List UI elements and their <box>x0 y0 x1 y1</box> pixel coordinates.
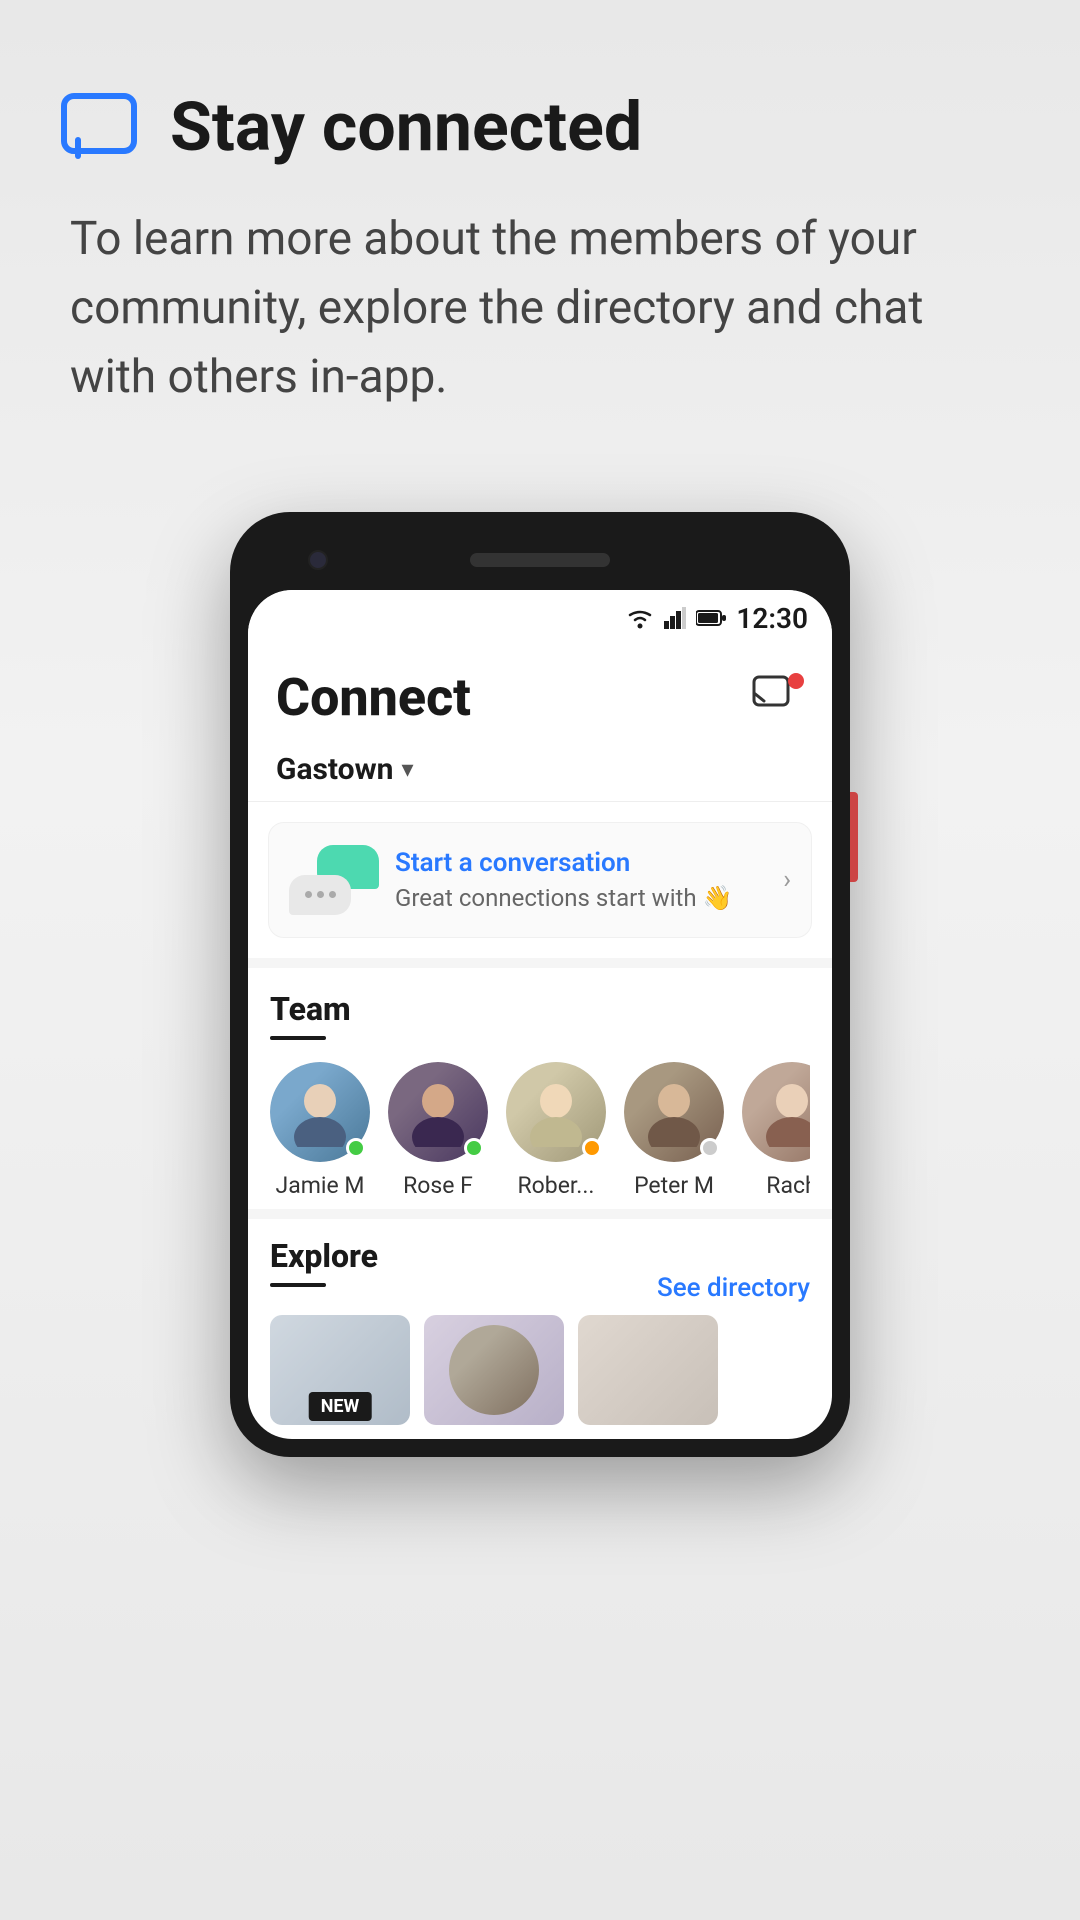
page-background: Stay connected To learn more about the m… <box>0 0 1080 1920</box>
explore-card-2[interactable] <box>424 1315 564 1425</box>
explore-underline <box>270 1283 326 1287</box>
dot-1 <box>305 891 312 898</box>
status-time: 12:30 <box>736 602 808 635</box>
dot-2 <box>317 891 324 898</box>
team-member-rachel[interactable]: Rach <box>742 1062 810 1199</box>
explore-card-3[interactable] <box>578 1315 718 1425</box>
avatar-rachel <box>742 1062 810 1162</box>
wifi-icon <box>626 607 654 629</box>
bubble-gray <box>289 875 351 915</box>
team-title-group: Team <box>270 990 351 1056</box>
status-indicator-rose <box>464 1138 484 1158</box>
start-conversation-link[interactable]: Start a conversation <box>395 848 767 878</box>
team-underline <box>270 1036 326 1040</box>
team-members-list: Jamie M <box>270 1062 810 1199</box>
team-member-robert[interactable]: Rober... <box>506 1062 606 1199</box>
team-section: Team <box>248 968 832 1209</box>
header-title-row: Stay connected <box>60 90 1020 165</box>
notification-dot <box>788 673 804 689</box>
member-name-peter: Peter M <box>634 1172 714 1199</box>
phone-outer: 12:30 Connect Gastown <box>230 512 850 1457</box>
phone-speaker <box>470 553 610 567</box>
location-name: Gastown <box>276 752 393 787</box>
battery-icon <box>696 609 726 627</box>
avatar-container-rose <box>388 1062 488 1162</box>
conversation-subtext: Great connections start with 👋 <box>395 884 732 912</box>
header-description: To learn more about the members of your … <box>60 205 1020 412</box>
conversation-text: Start a conversation Great connections s… <box>395 848 767 912</box>
section-divider-2 <box>248 1209 832 1219</box>
signal-icon <box>664 607 686 629</box>
conversation-bubbles <box>289 845 379 915</box>
chevron-down-icon: ▾ <box>401 755 413 783</box>
member-name-rachel: Rach <box>766 1172 810 1199</box>
team-member-jamie[interactable]: Jamie M <box>270 1062 370 1199</box>
avatar-container-peter <box>624 1062 724 1162</box>
explore-section-title: Explore <box>270 1237 378 1275</box>
phone-camera <box>308 550 328 570</box>
team-member-peter[interactable]: Peter M <box>624 1062 724 1199</box>
avatar-container-robert <box>506 1062 606 1162</box>
phone-top-bar <box>248 530 832 590</box>
location-row[interactable]: Gastown ▾ <box>248 738 832 802</box>
header-section: Stay connected To learn more about the m… <box>0 0 1080 452</box>
member-name-robert: Rober... <box>517 1172 594 1199</box>
new-badge: NEW <box>309 1392 372 1421</box>
explore-card-1[interactable]: NEW <box>270 1315 410 1425</box>
status-bar: 12:30 <box>248 590 832 647</box>
page-title: Stay connected <box>170 90 642 165</box>
avatar-container-rachel <box>742 1062 810 1162</box>
status-indicator-robert <box>582 1138 602 1158</box>
dot-3 <box>329 891 336 898</box>
phone-screen: 12:30 Connect Gastown <box>248 590 832 1439</box>
phone-side-button <box>850 792 858 882</box>
status-indicator-peter <box>700 1138 720 1158</box>
explore-cards: NEW <box>270 1315 810 1425</box>
explore-section-header: Explore See directory <box>270 1237 810 1303</box>
section-divider <box>248 958 832 968</box>
status-icons: 12:30 <box>626 602 808 635</box>
notification-button[interactable] <box>750 673 804 721</box>
avatar-container-jamie <box>270 1062 370 1162</box>
chevron-right-icon: › <box>783 865 791 895</box>
status-indicator-jamie <box>346 1138 366 1158</box>
explore-section: Explore See directory NEW <box>248 1219 832 1439</box>
phone-mockup: 12:30 Connect Gastown <box>0 512 1080 1457</box>
chat-icon <box>60 92 140 162</box>
explore-title-group: Explore <box>270 1237 378 1303</box>
team-member-rose[interactable]: Rose F <box>388 1062 488 1199</box>
app-header: Connect <box>248 647 832 738</box>
new-badge-overlay: NEW <box>309 1396 372 1417</box>
conversation-card[interactable]: Start a conversation Great connections s… <box>268 822 812 938</box>
member-name-jamie: Jamie M <box>276 1172 365 1199</box>
member-name-rose: Rose F <box>403 1172 473 1199</box>
app-title: Connect <box>276 667 471 728</box>
team-section-title: Team <box>270 990 351 1028</box>
team-section-header: Team <box>270 990 810 1056</box>
see-directory-link[interactable]: See directory <box>657 1273 810 1303</box>
